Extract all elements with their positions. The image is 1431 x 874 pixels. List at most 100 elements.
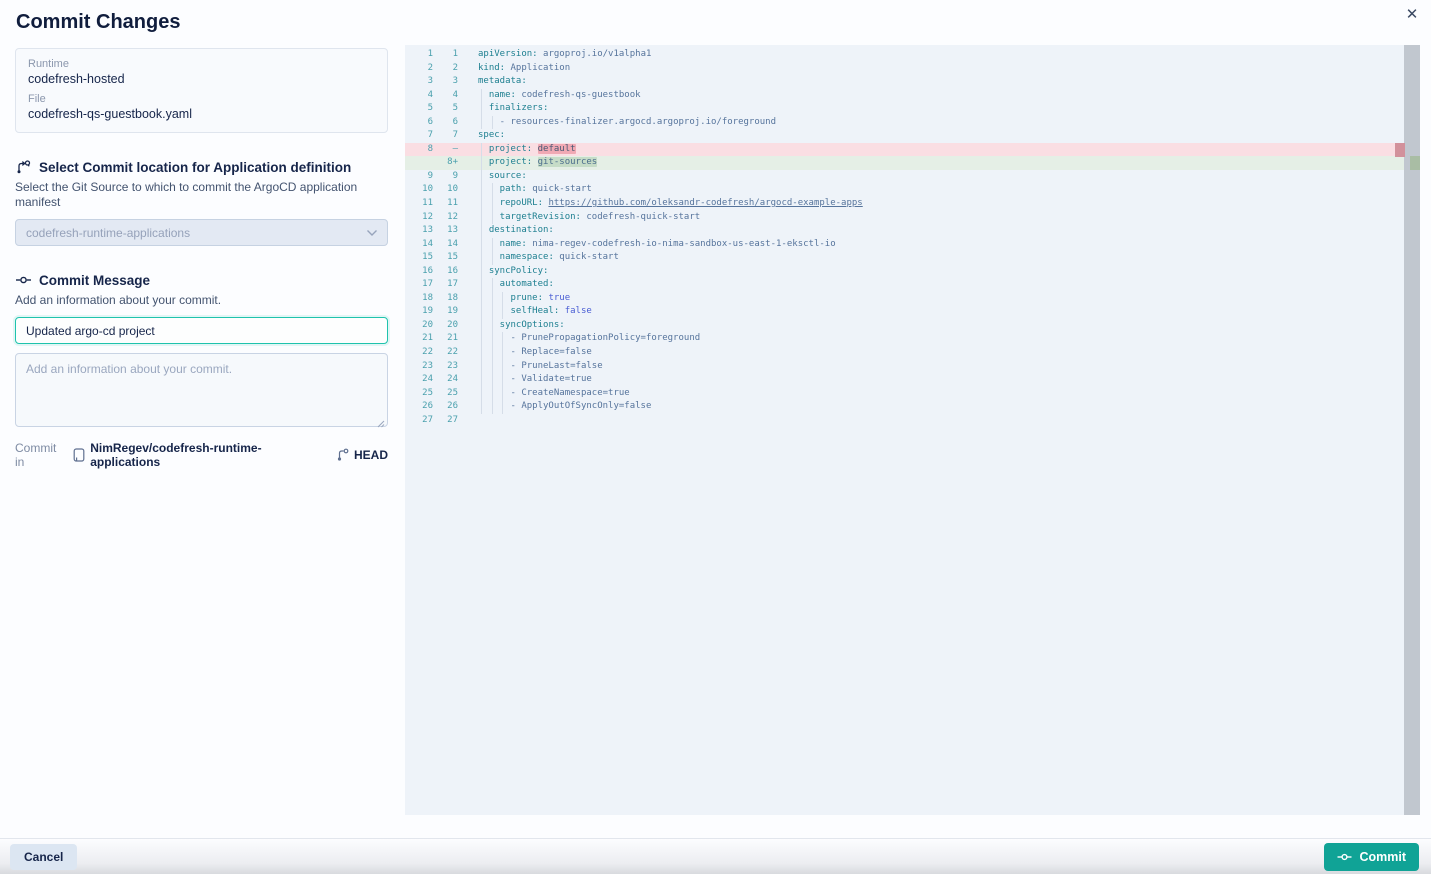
line-number-new: 22 [433, 346, 458, 360]
commit-icon [15, 272, 32, 288]
indent-guide [492, 360, 493, 374]
code-lines: 11apiVersion: argoproj.io/v1alpha122kind… [405, 45, 1404, 815]
line-number-new: 6 [433, 116, 458, 130]
indent-guide [481, 143, 482, 157]
code-line: 11apiVersion: argoproj.io/v1alpha1 [405, 48, 1404, 62]
git-source-icon [15, 159, 32, 175]
line-number-old: 20 [405, 319, 433, 333]
code-token: codefresh-quick-start [586, 212, 700, 222]
code-token: nima-regev-codefresh-io-nima-sandbox-us-… [532, 239, 835, 249]
code-token: Validate=true [521, 374, 591, 384]
indent-guide [502, 305, 503, 319]
line-number-new: 7 [433, 129, 458, 143]
close-icon[interactable]: ✕ [1402, 5, 1422, 25]
indent-guide [492, 238, 493, 252]
git-source-dropdown-value: codefresh-runtime-applications [26, 226, 190, 240]
code-editor[interactable]: 11apiVersion: argoproj.io/v1alpha122kind… [405, 45, 1420, 815]
cancel-button[interactable]: Cancel [10, 844, 77, 870]
line-number-new: 19 [433, 305, 458, 319]
line-number-old: 19 [405, 305, 433, 319]
code-line-content: spec: [478, 129, 505, 143]
code-line-content: - Validate=true [478, 373, 592, 387]
code-line-content: - ApplyOutOfSyncOnly=false [478, 400, 651, 414]
code-token: quick-start [559, 252, 619, 262]
indent-guide [481, 211, 482, 225]
indent-guide [481, 224, 482, 238]
code-line: 77spec: [405, 129, 1404, 143]
code-line: 2727 [405, 414, 1404, 428]
commit-description-textarea[interactable] [15, 353, 388, 427]
indent-guide [492, 197, 493, 211]
code-token: automated: [500, 279, 554, 289]
indent-guide [481, 197, 482, 211]
line-number-new: 4 [433, 89, 458, 103]
line-number-old: 16 [405, 265, 433, 279]
indent-guide [481, 373, 482, 387]
code-token: project: [489, 144, 532, 154]
code-line: 2222- Replace=false [405, 346, 1404, 360]
commit-message-subtitle: Add an information about your commit. [15, 293, 388, 308]
line-number-old: 26 [405, 400, 433, 414]
line-number-old: 24 [405, 373, 433, 387]
code-line-content: name: nima-regev-codefresh-io-nima-sandb… [478, 238, 836, 252]
indent-guide [492, 319, 493, 333]
line-number-new: 16 [433, 265, 458, 279]
chevron-down-icon [366, 229, 378, 237]
code-line-content: finalizers: [478, 102, 548, 116]
code-token: apiVersion: [478, 49, 538, 59]
code-line: 1010path: quick-start [405, 183, 1404, 197]
line-number-new: 23 [433, 360, 458, 374]
code-line: 1111repoURL: https://github.com/oleksand… [405, 197, 1404, 211]
line-number-new: 25 [433, 387, 458, 401]
indent-guide [502, 360, 503, 374]
commit-button-icon [1337, 851, 1352, 863]
indent-guide [481, 116, 482, 130]
code-token [532, 144, 537, 154]
commit-summary-input[interactable] [15, 317, 388, 344]
code-line: 33metadata: [405, 75, 1404, 89]
line-number-old: 17 [405, 278, 433, 292]
code-token: name: [489, 90, 516, 100]
code-line: 1717automated: [405, 278, 1404, 292]
line-number-new: 1 [433, 48, 458, 62]
line-number-new: 3 [433, 75, 458, 89]
code-line: 22kind: Application [405, 62, 1404, 76]
location-section-subtitle: Select the Git Source to which to commit… [15, 180, 388, 210]
code-token: Replace=false [521, 347, 591, 357]
code-token: - [511, 361, 522, 371]
indent-guide [502, 292, 503, 306]
line-number-old: 13 [405, 224, 433, 238]
git-source-dropdown[interactable]: codefresh-runtime-applications [15, 219, 388, 246]
indent-guide [481, 292, 482, 306]
code-token: namespace: [500, 252, 554, 262]
code-line: 1515namespace: quick-start [405, 251, 1404, 265]
commit-in-label: Commit in [15, 441, 68, 469]
code-line-content: - CreateNamespace=true [478, 387, 630, 401]
code-line-content: name: codefresh-qs-guestbook [478, 89, 641, 103]
line-number-old: 18 [405, 292, 433, 306]
code-token: syncOptions: [500, 320, 565, 330]
code-token: git-sources [538, 157, 598, 167]
line-number-old: 10 [405, 183, 433, 197]
code-token: - [511, 388, 522, 398]
indent-guide [481, 360, 482, 374]
indent-guide [481, 156, 482, 170]
code-line-content: metadata: [478, 75, 527, 89]
code-line-content: namespace: quick-start [478, 251, 619, 265]
indent-guide [492, 305, 493, 319]
diff-marker-added [1410, 156, 1420, 170]
code-token: codefresh-qs-guestbook [521, 90, 640, 100]
code-line: 1818prune: true [405, 292, 1404, 306]
line-number-new: 11 [433, 197, 458, 211]
code-line: 2626- ApplyOutOfSyncOnly=false [405, 400, 1404, 414]
code-token: syncPolicy: [489, 266, 549, 276]
line-number-old: 23 [405, 360, 433, 374]
code-line-content: project: default [478, 143, 576, 157]
indent-guide [481, 319, 482, 333]
commit-button[interactable]: Commit [1324, 843, 1419, 871]
code-token: name: [500, 239, 527, 249]
code-line: 55finalizers: [405, 102, 1404, 116]
code-line: 8+project: git-sources [405, 156, 1404, 170]
code-line: 1212targetRevision: codefresh-quick-star… [405, 211, 1404, 225]
line-number-old: 9 [405, 170, 433, 184]
